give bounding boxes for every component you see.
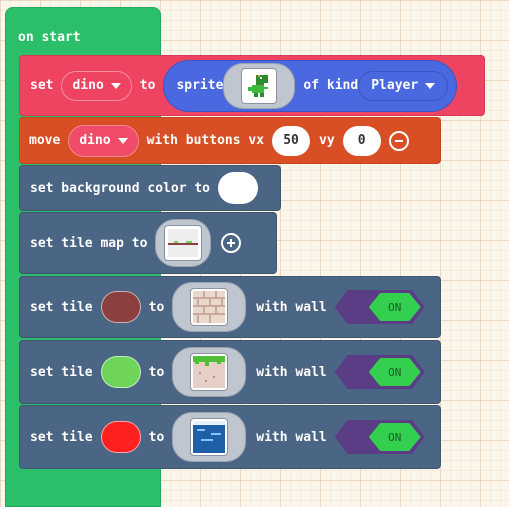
tile-map-label: set tile map to: [30, 235, 148, 251]
on-start-label: on start: [18, 30, 81, 45]
set-background-color-block[interactable]: set background color to: [19, 165, 281, 211]
tile-color-swatch[interactable]: [100, 421, 141, 453]
set-tile-block[interactable]: set tile to with wall ON: [19, 276, 441, 338]
add-parameter-icon[interactable]: [221, 233, 242, 253]
tile-image-picker[interactable]: [172, 347, 247, 397]
set-tile-block[interactable]: set tile to with wall ON: [19, 405, 441, 469]
tile-color-swatch[interactable]: [100, 291, 141, 323]
variable-name: dino: [79, 133, 111, 148]
remove-parameter-icon[interactable]: [388, 130, 409, 151]
caret-down-icon: [425, 82, 436, 89]
to-label: to: [139, 78, 156, 93]
set-tile-label: set tile: [30, 299, 93, 315]
set-tile-label: set tile: [30, 429, 93, 445]
grass-tile-icon: [190, 353, 229, 391]
with-wall-label: with wall: [256, 299, 327, 315]
water-tile-icon: [190, 418, 229, 456]
background-color-swatch[interactable]: [218, 172, 259, 204]
to-label: to: [148, 299, 165, 315]
sprite-create-block[interactable]: sprite of kind Player: [163, 59, 458, 112]
with-wall-label: with wall: [256, 429, 327, 445]
variable-name: dino: [72, 78, 104, 93]
sprite-image-picker[interactable]: [223, 62, 296, 109]
with-wall-label: with wall: [256, 364, 327, 380]
variable-dropdown[interactable]: dino: [68, 124, 139, 157]
to-label: to: [148, 429, 165, 445]
set-tile-map-block[interactable]: set tile map to: [19, 212, 277, 274]
kind-value: Player: [371, 78, 419, 93]
tile-image-picker[interactable]: [172, 282, 247, 332]
tilemap-icon: [164, 225, 203, 261]
vy-label: vy: [319, 133, 335, 148]
tile-map-picker[interactable]: [155, 219, 212, 267]
variable-dropdown[interactable]: dino: [61, 70, 132, 101]
wall-toggle[interactable]: ON: [334, 420, 425, 454]
set-sprite-block[interactable]: set dino to sprite of kind Player: [19, 55, 485, 116]
vx-input[interactable]: 50: [272, 125, 311, 156]
kind-dropdown[interactable]: Player: [358, 70, 449, 101]
set-tile-block[interactable]: set tile to with wall ON: [19, 340, 441, 404]
tile-color-swatch[interactable]: [100, 356, 141, 388]
of-kind-label: of kind: [303, 78, 359, 93]
set-label: set: [30, 78, 54, 93]
move-with-buttons-block[interactable]: move dino with buttons vx 50 vy 0: [19, 117, 441, 164]
set-tile-label: set tile: [30, 364, 93, 380]
caret-down-icon: [117, 137, 128, 144]
move-label: move: [29, 133, 61, 148]
vy-input[interactable]: 0: [342, 125, 381, 156]
with-buttons-label: with buttons vx: [146, 133, 265, 148]
caret-down-icon: [110, 82, 121, 89]
wall-toggle[interactable]: ON: [334, 355, 425, 389]
wall-toggle[interactable]: ON: [334, 290, 425, 324]
dino-sprite-icon: [241, 67, 278, 104]
to-label: to: [148, 364, 165, 380]
sprite-label: sprite: [176, 78, 224, 93]
tile-image-picker[interactable]: [172, 412, 247, 462]
background-label: set background color to: [30, 180, 211, 196]
brick-tile-icon: [190, 288, 229, 326]
